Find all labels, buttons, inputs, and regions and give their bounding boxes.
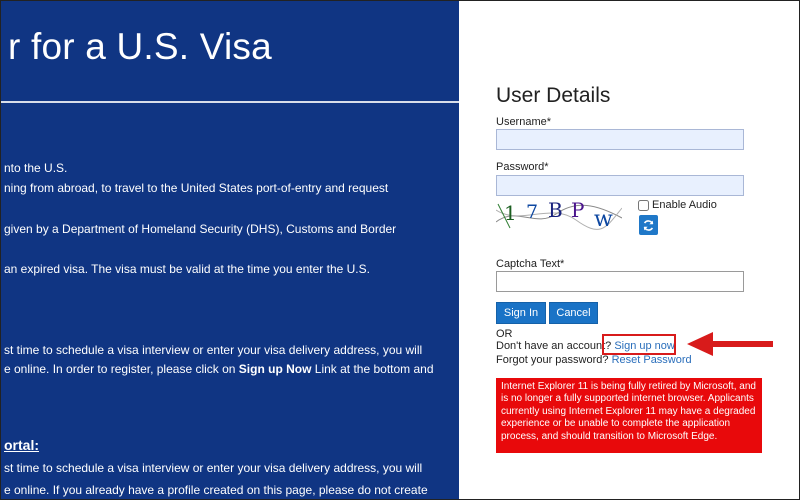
browser-warning-banner: Internet Explorer 11 is being fully reti… <box>496 378 762 453</box>
info-text-segment: Link at the bottom and <box>311 362 434 376</box>
refresh-icon <box>643 219 654 231</box>
login-panel: User Details Username* Password* 1 7 B P… <box>459 0 800 500</box>
info-text-line: st time to schedule a visa interview or … <box>4 343 423 357</box>
enable-audio-label: Enable Audio <box>652 199 717 211</box>
refresh-captcha-button[interactable] <box>639 215 658 235</box>
info-text-line: e online. If you already have a profile … <box>4 483 428 497</box>
captcha-char: 1 <box>504 201 517 225</box>
captcha-char: B <box>548 198 563 222</box>
sign-in-button[interactable]: Sign In <box>496 302 546 324</box>
captcha-char: w <box>594 207 613 232</box>
arrow-left-icon <box>687 332 773 356</box>
password-input[interactable] <box>496 175 744 196</box>
enable-audio-option[interactable]: Enable Audio <box>638 199 717 211</box>
info-text-segment: e online. In order to register, please c… <box>4 362 239 376</box>
captcha-char: 7 <box>526 201 538 223</box>
sign-up-highlight-box <box>602 334 676 355</box>
captcha-text-label: Captcha Text* <box>496 258 565 270</box>
no-account-text: Don't have an account? <box>496 340 612 352</box>
info-text-line: st time to schedule a visa interview or … <box>4 461 423 475</box>
forgot-password-text: Forgot your password? <box>496 354 609 366</box>
info-text-line: an expired visa. The visa must be valid … <box>4 262 370 276</box>
password-label: Password* <box>496 161 549 173</box>
reset-password-link[interactable]: Reset Password <box>612 354 692 366</box>
info-text-line: given by a Department of Homeland Securi… <box>4 222 397 236</box>
username-label: Username* <box>496 116 552 128</box>
or-separator: OR <box>496 328 513 340</box>
info-text-line: e online. In order to register, please c… <box>4 362 434 376</box>
info-text-line: nto the U.S. <box>4 161 68 175</box>
captcha-image: 1 7 B P w <box>496 198 622 232</box>
captcha-text-input[interactable] <box>496 271 744 292</box>
section-heading: ortal: <box>4 437 39 453</box>
info-panel: r for a U.S. Visa nto the U.S. ning from… <box>0 0 459 500</box>
forgot-password-line: Forgot your password? Reset Password <box>496 354 692 366</box>
enable-audio-checkbox[interactable] <box>638 199 649 211</box>
username-input[interactable] <box>496 129 744 150</box>
page-hero-title: r for a U.S. Visa <box>8 26 272 67</box>
form-title: User Details <box>496 84 611 107</box>
captcha-char: P <box>571 198 584 222</box>
info-text-line: ning from abroad, to travel to the Unite… <box>4 181 389 195</box>
signup-now-emphasis: Sign up Now <box>238 362 312 376</box>
cancel-button[interactable]: Cancel <box>549 302 598 324</box>
hero-divider <box>0 101 459 103</box>
